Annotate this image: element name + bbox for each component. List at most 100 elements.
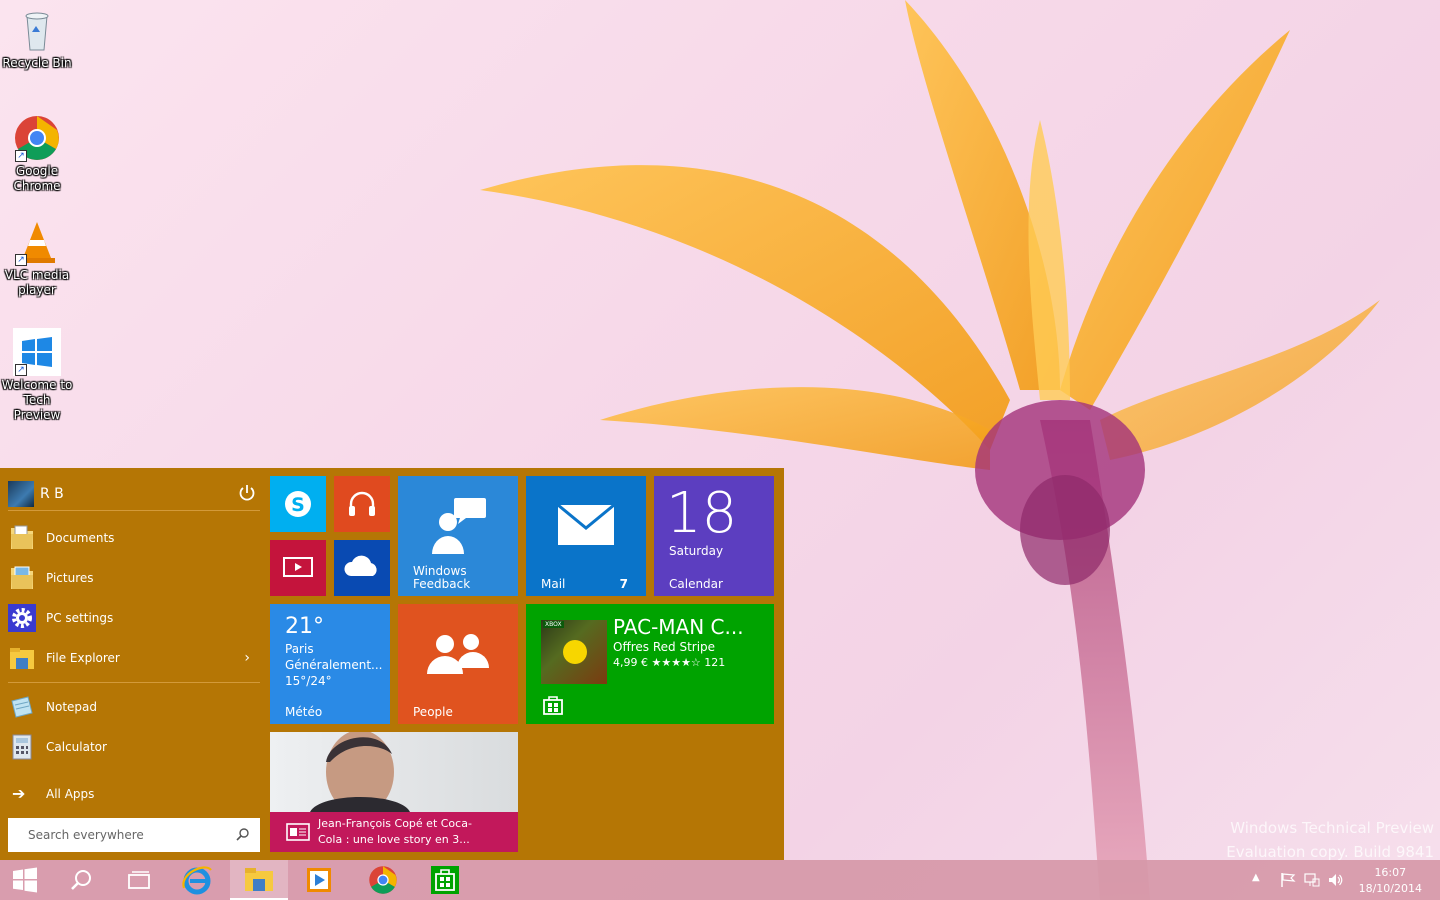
desktop-icon-label: VLC media player	[4, 268, 70, 297]
file-explorer-button[interactable]	[230, 860, 288, 900]
calculator-icon	[8, 733, 36, 761]
volume-icon[interactable]	[1328, 872, 1344, 888]
headphones-icon	[349, 491, 375, 516]
tile-music[interactable]	[334, 476, 390, 532]
start-item-label: Notepad	[46, 700, 97, 714]
ie-icon	[182, 866, 212, 895]
gear-icon	[8, 604, 36, 632]
tile-label: Windows Feedback	[413, 564, 471, 591]
system-tray: ▲ 16:07 18/10/2014	[1240, 860, 1440, 900]
chrome-icon	[369, 866, 397, 894]
start-menu-left-pane: R B Documents Pictures PC settings File …	[0, 468, 270, 860]
arrow-right-icon: ➔	[12, 784, 26, 803]
start-item-notepad[interactable]: Notepad	[8, 689, 260, 725]
search-everywhere-input[interactable]: Search everywhere	[8, 818, 260, 852]
all-apps-button[interactable]: ➔ All Apps	[8, 776, 260, 812]
tile-news[interactable]: Jean-François Copé et Coca- Cola : une l…	[270, 732, 518, 852]
desktop-icon-google-chrome[interactable]: ↗ Google Chrome	[0, 114, 74, 194]
start-item-pictures[interactable]: Pictures	[8, 560, 260, 596]
store-icon	[431, 866, 459, 894]
weather-range: 15°/24°	[285, 674, 332, 688]
xbox-badge: XBOX	[543, 621, 564, 628]
tile-weather[interactable]: 21° Paris Généralement... 15°/24° Météo	[270, 604, 390, 724]
tile-label: Mail	[541, 577, 566, 591]
tile-skype[interactable]: S	[270, 476, 326, 532]
mail-icon	[557, 504, 615, 545]
weather-description: Généralement...	[285, 658, 383, 672]
tile-windows-feedback[interactable]: Windows Feedback	[398, 476, 518, 596]
taskbar: ▲ 16:07 18/10/2014	[0, 860, 1440, 900]
chrome-button[interactable]	[354, 860, 412, 900]
search-button[interactable]	[52, 860, 110, 900]
media-player-icon	[307, 868, 331, 892]
desktop-icon-vlc[interactable]: ↗ VLC media player	[0, 218, 74, 298]
recycle-bin-icon	[13, 6, 61, 54]
weather-city: Paris	[285, 642, 314, 656]
feedback-icon	[432, 498, 486, 554]
action-center-flag-icon[interactable]	[1280, 872, 1296, 888]
internet-explorer-button[interactable]	[168, 860, 226, 900]
windows-logo-icon: ↗	[13, 328, 61, 376]
start-menu: R B Documents Pictures PC settings File …	[0, 468, 784, 860]
start-item-label: Pictures	[46, 571, 94, 585]
start-item-label: File Explorer	[46, 651, 120, 665]
vlc-icon: ↗	[13, 218, 61, 266]
power-icon[interactable]	[238, 484, 256, 502]
task-view-button[interactable]	[110, 860, 168, 900]
search-icon	[236, 828, 249, 841]
clock[interactable]: 16:07 18/10/2014	[1359, 865, 1422, 897]
desktop-icon-label: Google Chrome	[13, 164, 61, 193]
task-view-icon	[128, 871, 150, 889]
calendar-weekday: Saturday	[669, 544, 724, 558]
avatar	[8, 481, 34, 507]
store-button[interactable]	[416, 860, 474, 900]
desktop-icon-recycle-bin[interactable]: Recycle Bin	[0, 6, 74, 71]
app-subtitle: Offres Red Stripe	[613, 640, 716, 654]
media-player-button[interactable]	[290, 860, 348, 900]
file-explorer-icon	[8, 644, 36, 672]
chevron-right-icon[interactable]: ›	[244, 650, 250, 666]
store-icon	[543, 696, 563, 715]
separator	[8, 510, 260, 511]
user-account[interactable]: R B	[8, 478, 260, 510]
app-price-rating: 4,99 € ★★★★☆ 121	[613, 656, 726, 669]
windows-logo-icon	[13, 867, 37, 893]
tile-mail[interactable]: Mail 7	[526, 476, 646, 596]
search-icon	[71, 870, 91, 890]
start-item-documents[interactable]: Documents	[8, 520, 260, 556]
folder-icon	[245, 868, 273, 891]
notepad-icon	[8, 693, 36, 721]
app-thumbnail: XBOX	[541, 620, 607, 684]
skype-icon: S	[285, 491, 311, 517]
people-icon	[427, 634, 489, 674]
pacman-glyph	[563, 640, 587, 664]
clock-time: 16:07	[1374, 866, 1407, 879]
desktop-icon-label: Recycle Bin	[2, 56, 72, 70]
network-icon[interactable]	[1304, 872, 1320, 888]
tile-store-app[interactable]: XBOX PAC-MAN C... Offres Red Stripe 4,99…	[526, 604, 774, 724]
news-headline: Jean-François Copé et Coca- Cola : une l…	[318, 817, 472, 846]
pictures-folder-icon	[8, 564, 36, 592]
tile-label: Météo	[285, 705, 323, 719]
tile-onedrive[interactable]	[334, 540, 390, 596]
chrome-icon: ↗	[13, 114, 61, 162]
tile-label: Calendar	[669, 577, 723, 591]
search-placeholder: Search everywhere	[28, 828, 144, 842]
start-item-pc-settings[interactable]: PC settings	[8, 600, 260, 636]
all-apps-label: All Apps	[46, 787, 95, 801]
tile-label: People	[413, 705, 453, 719]
weather-details: Paris Généralement... 15°/24°	[285, 641, 383, 689]
start-item-label: Calculator	[46, 740, 107, 754]
start-item-calculator[interactable]: Calculator	[8, 729, 260, 765]
tile-people[interactable]: People	[398, 604, 518, 724]
separator	[8, 682, 260, 683]
start-item-label: PC settings	[46, 611, 114, 625]
chevron-up-icon[interactable]: ▲	[1252, 872, 1260, 883]
start-button[interactable]	[0, 860, 50, 900]
cloud-icon	[344, 555, 377, 576]
desktop-icon-welcome[interactable]: ↗ Welcome to Tech Preview	[0, 328, 74, 423]
start-item-file-explorer[interactable]: File Explorer ›	[8, 640, 260, 676]
tile-video[interactable]	[270, 540, 326, 596]
tile-calendar[interactable]: 18 Saturday Calendar	[654, 476, 774, 596]
app-title: PAC-MAN C...	[613, 615, 744, 639]
